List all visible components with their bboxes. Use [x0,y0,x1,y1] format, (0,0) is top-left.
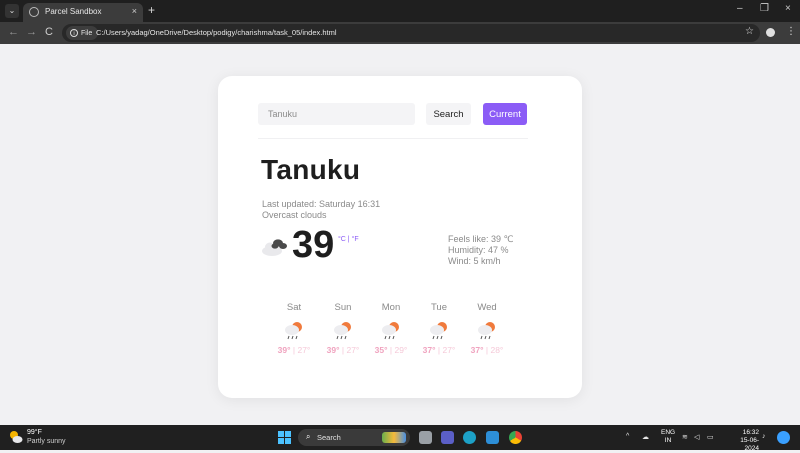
current-temperature: 39 [292,224,335,266]
forward-button[interactable]: → [26,26,37,38]
tab-close-icon[interactable]: × [132,6,137,16]
url-text[interactable]: C:/Users/yadag/OneDrive/Desktop/podigy/c… [96,28,337,37]
globe-icon [29,7,39,17]
city-search-input[interactable] [258,103,415,125]
edge-icon[interactable] [463,431,476,444]
star-icon[interactable]: ☆ [745,26,754,37]
show-hidden-icons-icon[interactable]: ^ [626,433,629,440]
task-view-icon[interactable] [419,431,432,444]
forecast-day-name: Wed [477,302,497,313]
address-bar[interactable]: i File C:/Users/yadag/OneDrive/Desktop/p… [62,24,760,42]
forecast-day-name: Sat [286,302,302,313]
partly-sunny-icon[interactable] [9,430,23,444]
city-name: Tanuku [261,154,361,185]
browser-tab-strip: ⌄ Parcel Sandbox × + – ❐ × [0,0,800,22]
forecast-low: 29° [394,345,408,355]
search-button[interactable]: Search [426,103,471,125]
forecast-high: 39° [277,345,291,355]
page-viewport: Search Current Tanuku Last updated: Satu… [0,44,800,425]
site-info-label: File [81,29,93,37]
search-icon: ⌕ [306,432,311,441]
forecast-day-name: Sun [334,302,352,313]
forecast-day: Sun 39° | 27° [323,302,363,355]
back-button[interactable]: ← [8,26,19,38]
forecast-high: 39° [326,345,340,355]
chrome-icon[interactable] [509,431,522,444]
restore-button[interactable]: ❐ [760,3,769,14]
forecast-day-name: Mon [381,302,401,313]
forecast-high: 37° [470,345,484,355]
vscode-icon[interactable] [486,431,499,444]
info-icon: i [70,29,78,37]
menu-icon[interactable]: ⋮ [786,26,796,37]
forecast-list: Sat 39° | 27° Sun 39° | 27° Mon 35° | 29… [274,302,534,372]
taskbar-search[interactable]: ⌕ Search [298,429,410,446]
feels-like: Feels like: 39 ℃ [448,234,514,244]
humidity: Humidity: 47 % [448,245,509,255]
unit-toggle[interactable]: °C | °F [338,236,359,243]
rain-cloud-icon [478,322,495,340]
rain-cloud-icon [382,322,399,340]
last-updated: Last updated: Saturday 16:31 [262,199,381,209]
lang-region: IN [664,437,672,444]
forecast-low: 27° [297,345,311,355]
forecast-low: 27° [442,345,456,355]
forecast-high: 35° [374,345,388,355]
taskbar: 99°F Partly sunny ⌕ Search ^ ☁ ENG IN ≋ … [0,425,800,453]
windows-start-icon[interactable] [278,431,291,444]
overcast-clouds-icon [262,239,287,256]
forecast-low: 27° [346,345,360,355]
forecast-day: Sat 39° | 27° [274,302,314,355]
notification-bell-icon[interactable]: ♪ [762,433,766,440]
browser-tab[interactable]: Parcel Sandbox × [23,3,143,22]
taskbar-search-label: Search [317,433,341,442]
clock-time: 16:32 [742,429,759,436]
site-info-chip[interactable]: i File [66,26,99,40]
weather-widget-desc[interactable]: Partly sunny [27,438,66,445]
weather-details: Feels like: 39 ℃ Humidity: 47 % Wind: 5 … [448,234,514,267]
tab-title: Parcel Sandbox [45,7,102,16]
forecast-high: 37° [422,345,436,355]
current-location-button[interactable]: Current [483,103,527,125]
battery-icon[interactable]: ▭ [707,433,714,441]
forecast-day: Wed 37° | 28° [467,302,507,355]
forecast-day: Mon 35° | 29° [371,302,411,355]
forecast-day-name: Tue [430,302,448,313]
copilot-icon[interactable] [777,431,790,444]
tab-search-button[interactable]: ⌄ [5,4,19,18]
weather-condition: Overcast clouds [262,210,327,220]
teams-icon[interactable] [441,431,454,444]
profile-icon[interactable] [766,28,775,37]
system-clock[interactable]: 16:32 15-06-2024 [727,429,759,453]
rain-cloud-icon [430,322,447,340]
cloud-icon[interactable]: ☁ [642,433,649,441]
weather-card: Search Current Tanuku Last updated: Satu… [218,76,582,398]
wifi-icon[interactable]: ≋ [682,433,688,441]
lang-code: ENG [661,429,676,436]
clock-date: 15-06-2024 [740,437,759,452]
reload-button[interactable]: C [45,26,53,38]
minimize-button[interactable]: – [737,3,743,14]
language-indicator[interactable]: ENG IN [661,429,675,445]
new-tab-button[interactable]: + [148,3,155,17]
browser-toolbar: ← → C i File C:/Users/yadag/OneDrive/Des… [0,22,800,44]
forecast-day: Tue 37° | 27° [419,302,459,355]
window-close-button[interactable]: × [785,3,791,14]
volume-icon[interactable]: ◁ [694,433,699,441]
weather-widget-temp[interactable]: 99°F [27,429,42,436]
divider [258,138,528,139]
search-highlight-icon [382,432,406,443]
wind-speed: Wind: 5 km/h [448,256,501,266]
forecast-low: 28° [490,345,504,355]
rain-cloud-icon [285,322,302,340]
rain-cloud-icon [334,322,351,340]
